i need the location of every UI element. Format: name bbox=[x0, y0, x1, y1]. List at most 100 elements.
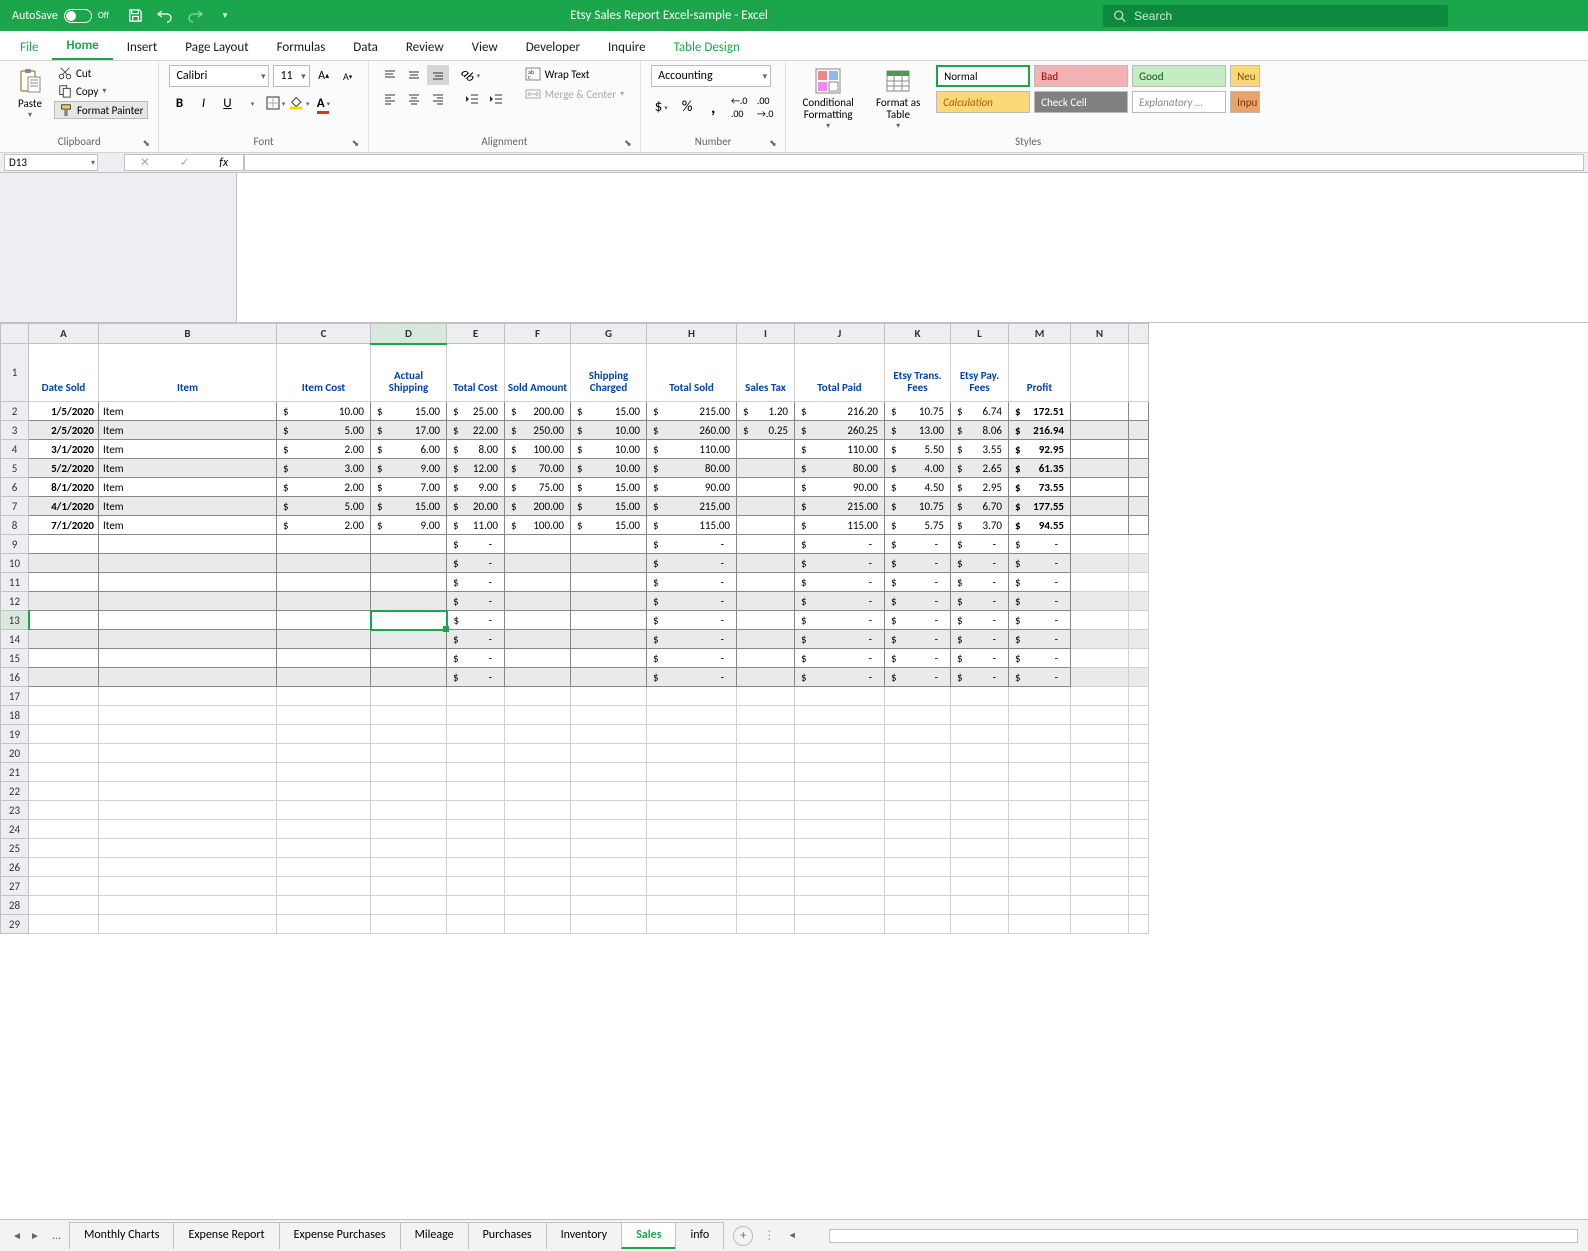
header-cell[interactable]: Etsy Pay. Fees bbox=[951, 344, 1009, 402]
row-header-7[interactable]: 7 bbox=[1, 497, 29, 516]
cell[interactable] bbox=[737, 896, 795, 915]
cell[interactable] bbox=[647, 706, 737, 725]
cell[interactable] bbox=[951, 706, 1009, 725]
cell[interactable] bbox=[737, 725, 795, 744]
cell[interactable] bbox=[371, 763, 447, 782]
row-header-17[interactable]: 17 bbox=[1, 687, 29, 706]
row-header-6[interactable]: 6 bbox=[1, 478, 29, 497]
cell[interactable] bbox=[571, 687, 647, 706]
cell[interactable] bbox=[1071, 706, 1129, 725]
cell[interactable]: $94.55 bbox=[1009, 516, 1071, 535]
cell[interactable]: $- bbox=[795, 554, 885, 573]
cell[interactable]: $- bbox=[1009, 592, 1071, 611]
cell[interactable] bbox=[447, 782, 505, 801]
row-header-8[interactable]: 8 bbox=[1, 516, 29, 535]
col-header-K[interactable]: K bbox=[885, 324, 951, 344]
cell[interactable] bbox=[1071, 725, 1129, 744]
cell[interactable]: $90.00 bbox=[647, 478, 737, 497]
cell[interactable] bbox=[99, 858, 277, 877]
cell[interactable] bbox=[1071, 744, 1129, 763]
cell[interactable] bbox=[951, 915, 1009, 934]
cell[interactable] bbox=[447, 820, 505, 839]
cell[interactable]: $- bbox=[1009, 611, 1071, 630]
cell[interactable]: $- bbox=[795, 649, 885, 668]
cell[interactable] bbox=[99, 592, 277, 611]
cell[interactable]: $- bbox=[647, 592, 737, 611]
worksheet-grid[interactable]: ABCDEFGHIJKLMN1Date SoldItemItem CostAct… bbox=[0, 323, 1588, 1219]
cell[interactable] bbox=[951, 801, 1009, 820]
cell[interactable] bbox=[277, 839, 371, 858]
cell[interactable] bbox=[447, 896, 505, 915]
cell[interactable] bbox=[277, 592, 371, 611]
row-header-29[interactable]: 29 bbox=[1, 915, 29, 934]
header-cell[interactable]: Item Cost bbox=[277, 344, 371, 402]
redo-icon[interactable] bbox=[185, 6, 205, 26]
cell[interactable]: $- bbox=[951, 554, 1009, 573]
cell[interactable] bbox=[447, 877, 505, 896]
cell[interactable] bbox=[99, 725, 277, 744]
cell[interactable] bbox=[1129, 896, 1149, 915]
enter-formula-icon[interactable]: ✓ bbox=[180, 155, 190, 170]
cell[interactable]: $10.00 bbox=[571, 421, 647, 440]
cell[interactable] bbox=[29, 535, 99, 554]
cell[interactable] bbox=[795, 706, 885, 725]
cell[interactable] bbox=[951, 877, 1009, 896]
cell[interactable] bbox=[885, 687, 951, 706]
row-header-18[interactable]: 18 bbox=[1, 706, 29, 725]
cell[interactable] bbox=[571, 782, 647, 801]
header-cell[interactable]: Etsy Trans. Fees bbox=[885, 344, 951, 402]
cell[interactable] bbox=[99, 820, 277, 839]
cell[interactable] bbox=[447, 706, 505, 725]
copy-dropdown-icon[interactable]: ▾ bbox=[102, 86, 106, 96]
cell[interactable]: $4.50 bbox=[885, 478, 951, 497]
name-box[interactable]: D13 bbox=[4, 154, 98, 171]
cell[interactable] bbox=[277, 573, 371, 592]
cell[interactable] bbox=[1129, 725, 1149, 744]
cell[interactable] bbox=[737, 839, 795, 858]
cell[interactable] bbox=[647, 820, 737, 839]
cell[interactable] bbox=[29, 706, 99, 725]
header-cell[interactable] bbox=[1071, 344, 1129, 402]
cell[interactable]: $6.00 bbox=[371, 440, 447, 459]
row-header-26[interactable]: 26 bbox=[1, 858, 29, 877]
row-header-3[interactable]: 3 bbox=[1, 421, 29, 440]
cell[interactable] bbox=[99, 668, 277, 687]
cell[interactable] bbox=[29, 820, 99, 839]
cell[interactable]: 1/5/2020 bbox=[29, 402, 99, 421]
cell[interactable]: $2.65 bbox=[951, 459, 1009, 478]
cell[interactable]: Item bbox=[99, 497, 277, 516]
cell[interactable] bbox=[371, 858, 447, 877]
percent-button[interactable]: % bbox=[677, 97, 697, 117]
cell[interactable] bbox=[885, 744, 951, 763]
cell[interactable]: $200.00 bbox=[505, 497, 571, 516]
toggle-switch[interactable] bbox=[64, 9, 92, 23]
cell[interactable]: $70.00 bbox=[505, 459, 571, 478]
cell[interactable] bbox=[1071, 763, 1129, 782]
cell[interactable] bbox=[1009, 763, 1071, 782]
cell[interactable] bbox=[885, 858, 951, 877]
row-header-25[interactable]: 25 bbox=[1, 839, 29, 858]
cell[interactable]: $5.00 bbox=[277, 421, 371, 440]
cell-D11[interactable] bbox=[371, 573, 447, 592]
row-header-16[interactable]: 16 bbox=[1, 668, 29, 687]
tab-page-layout[interactable]: Page Layout bbox=[171, 34, 262, 60]
cell[interactable]: $80.00 bbox=[647, 459, 737, 478]
cell[interactable]: $10.00 bbox=[571, 459, 647, 478]
cell[interactable]: $4.00 bbox=[885, 459, 951, 478]
cell[interactable] bbox=[99, 554, 277, 573]
cell[interactable] bbox=[505, 763, 571, 782]
cell[interactable] bbox=[1071, 915, 1129, 934]
cell[interactable] bbox=[371, 877, 447, 896]
col-header-A[interactable]: A bbox=[29, 324, 99, 344]
cell[interactable] bbox=[885, 782, 951, 801]
cell[interactable]: $10.75 bbox=[885, 402, 951, 421]
cell[interactable]: $15.00 bbox=[571, 402, 647, 421]
cell[interactable] bbox=[447, 915, 505, 934]
cell[interactable] bbox=[737, 459, 795, 478]
tab-data[interactable]: Data bbox=[339, 34, 392, 60]
header-cell[interactable]: Shipping Charged bbox=[571, 344, 647, 402]
cell[interactable] bbox=[1009, 896, 1071, 915]
cell[interactable] bbox=[951, 763, 1009, 782]
style-calculation[interactable]: Calculation bbox=[936, 91, 1030, 113]
cell[interactable] bbox=[737, 915, 795, 934]
